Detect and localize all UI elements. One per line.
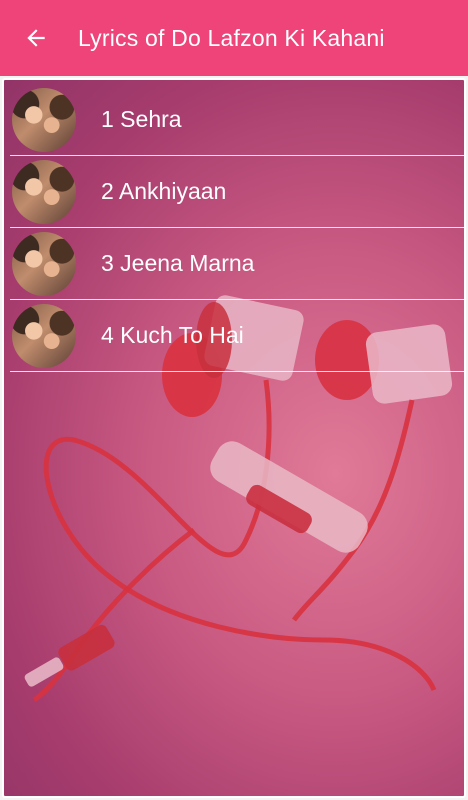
arrow-left-icon — [27, 29, 45, 47]
page-title: Lyrics of Do Lafzon Ki Kahani — [78, 24, 385, 51]
song-row-1[interactable]: 1 Sehra — [10, 84, 464, 156]
song-title: 3 Jeena Marna — [101, 250, 255, 276]
song-thumbnail — [12, 303, 76, 368]
song-title: 4 Kuch To Hai — [101, 322, 244, 348]
app-bar: Lyrics of Do Lafzon Ki Kahani — [0, 0, 468, 76]
song-list-panel: 1 Sehra 2 Ankhiyaan 3 Jeena Marna 4 Kuch… — [2, 78, 466, 798]
song-row-2[interactable]: 2 Ankhiyaan — [10, 156, 464, 228]
back-button[interactable] — [0, 0, 72, 76]
song-row-3[interactable]: 3 Jeena Marna — [10, 228, 464, 300]
song-title: 1 Sehra — [101, 106, 182, 132]
song-thumbnail — [12, 159, 76, 224]
song-thumbnail — [12, 231, 76, 296]
song-list: 1 Sehra 2 Ankhiyaan 3 Jeena Marna 4 Kuch… — [10, 84, 464, 372]
song-thumbnail — [12, 87, 76, 152]
song-title: 2 Ankhiyaan — [101, 178, 227, 204]
song-row-4[interactable]: 4 Kuch To Hai — [10, 300, 464, 372]
